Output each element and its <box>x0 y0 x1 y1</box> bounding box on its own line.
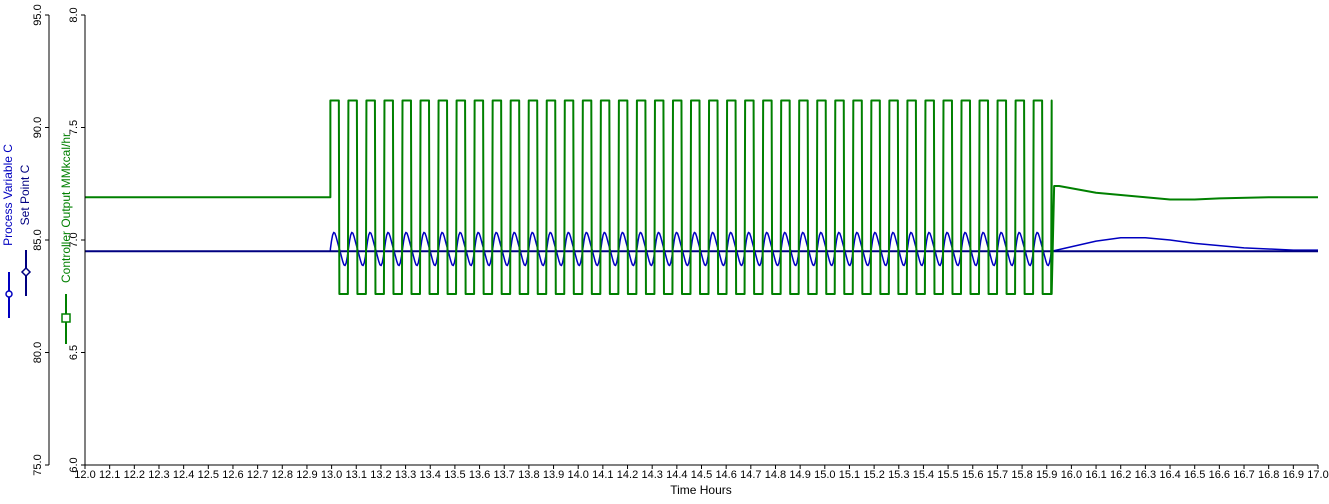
x-tick-label: 13.6 <box>469 469 490 481</box>
left-axis-title-line: Process Variable C <box>1 144 15 246</box>
x-tick-label: 16.7 <box>1233 469 1254 481</box>
x-tick-label: 13.7 <box>494 469 515 481</box>
x-tick-label: 12.4 <box>173 469 194 481</box>
x-tick-label: 14.2 <box>617 469 638 481</box>
x-tick-label: 15.1 <box>839 469 860 481</box>
x-tick-label: 14.0 <box>567 469 588 481</box>
x-tick-label: 12.7 <box>247 469 268 481</box>
x-tick-label: 12.1 <box>99 469 120 481</box>
x-tick-label: 14.4 <box>666 469 687 481</box>
x-tick-label: 13.2 <box>370 469 391 481</box>
right-y-tick-label: 6.5 <box>68 345 80 360</box>
x-tick-label: 13.4 <box>420 469 441 481</box>
x-tick-label: 14.7 <box>740 469 761 481</box>
left-y-tick-label: 75.0 <box>32 454 44 475</box>
x-tick-label: 15.5 <box>937 469 958 481</box>
x-tick-label: 16.2 <box>1110 469 1131 481</box>
x-tick-label: 12.6 <box>222 469 243 481</box>
right-y-tick-label: 7.5 <box>68 120 80 135</box>
x-tick-label: 12.9 <box>296 469 317 481</box>
x-tick-label: 12.8 <box>272 469 293 481</box>
x-tick-label: 13.9 <box>543 469 564 481</box>
x-tick-label: 14.5 <box>691 469 712 481</box>
x-tick-label: 13.3 <box>395 469 416 481</box>
x-tick-label: 17.0 <box>1307 469 1328 481</box>
x-tick-label: 15.0 <box>814 469 835 481</box>
left-y-tick-label: 95.0 <box>32 4 44 25</box>
trend-chart: 12.0 12.1 12.2 12.3 12.4 12.5 12.6 12.7 12.8 12.9… <box>0 0 1329 504</box>
series-line-controller-output-mmkcal-hr <box>85 99 1318 295</box>
legend-circle-marker <box>5 290 13 298</box>
x-tick-label: 14.3 <box>641 469 662 481</box>
x-tick-label: 14.8 <box>765 469 786 481</box>
x-tick-label: 12.2 <box>124 469 145 481</box>
x-tick-label: 13.8 <box>518 469 539 481</box>
x-tick-label: 13.0 <box>321 469 342 481</box>
x-tick-label: 16.8 <box>1258 469 1279 481</box>
chart-canvas: 12.0 12.1 12.2 12.3 12.4 12.5 12.6 12.7 12.8 12.9… <box>1 4 1329 497</box>
right-y-tick-label: 8.0 <box>68 7 80 22</box>
series-layer <box>85 99 1318 295</box>
x-tick-label: 15.3 <box>888 469 909 481</box>
x-tick-label: 15.8 <box>1011 469 1032 481</box>
x-tick-label: 12.3 <box>148 469 169 481</box>
x-tick-label: 15.4 <box>913 469 934 481</box>
x-tick-label: 14.6 <box>715 469 736 481</box>
left-y-tick-label: 80.0 <box>32 342 44 363</box>
x-tick-label: 14.9 <box>789 469 810 481</box>
x-tick-label: 16.6 <box>1209 469 1230 481</box>
left-axis-title-line: Set Point C <box>18 164 32 225</box>
x-tick-label: 15.6 <box>962 469 983 481</box>
x-axis-title: Time Hours <box>670 483 732 497</box>
right-axis-title: Controller Output MMkcal/hr <box>59 133 73 283</box>
x-tick-label: 16.9 <box>1283 469 1304 481</box>
x-tick-label: 15.2 <box>863 469 884 481</box>
x-tick-label: 16.1 <box>1085 469 1106 481</box>
left-y-tick-label: 85.0 <box>32 229 44 250</box>
x-tick-label: 15.7 <box>987 469 1008 481</box>
x-tick-label: 14.1 <box>592 469 613 481</box>
x-tick-label: 16.4 <box>1159 469 1180 481</box>
x-tick-label: 16.3 <box>1135 469 1156 481</box>
x-tick-label: 13.5 <box>444 469 465 481</box>
left-y-tick-label: 90.0 <box>32 117 44 138</box>
legend-diamond-marker <box>20 266 32 278</box>
series-line-process-variable-c <box>85 231 1318 267</box>
x-tick-label: 15.9 <box>1036 469 1057 481</box>
right-y-tick-label: 6.0 <box>68 457 80 472</box>
legend-square-marker <box>61 313 71 323</box>
x-tick-label: 12.5 <box>198 469 219 481</box>
axes-layer <box>48 15 1318 466</box>
x-tick-label: 13.1 <box>346 469 367 481</box>
x-tick-label: 16.5 <box>1184 469 1205 481</box>
x-tick-label: 16.0 <box>1061 469 1082 481</box>
